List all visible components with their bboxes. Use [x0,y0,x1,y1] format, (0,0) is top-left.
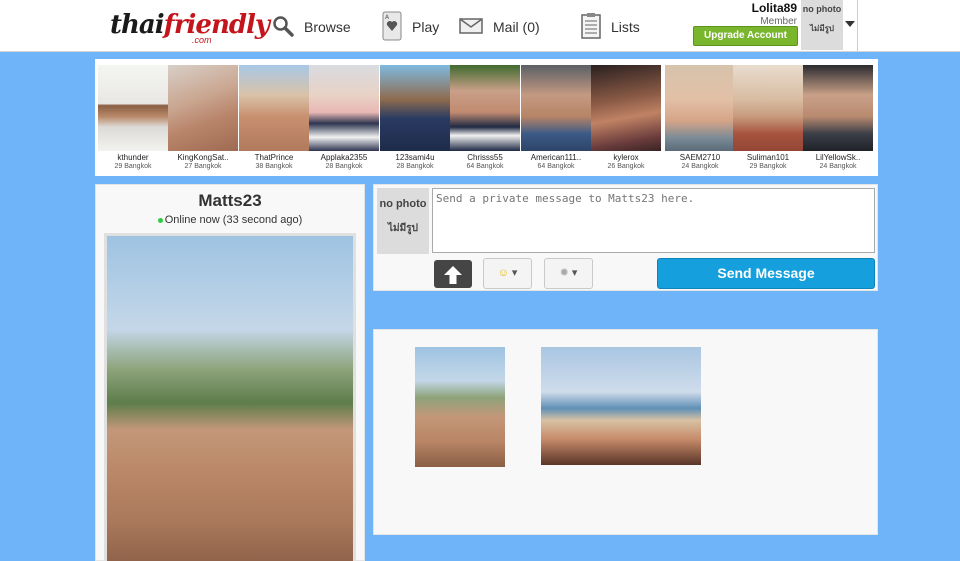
member-info: 27 Bangkok [184,163,222,170]
member-info: 64 Bangkok [466,163,504,170]
member-card[interactable]: kthunder 29 Bangkok [98,65,168,170]
site-logo[interactable]: thaifriendly .com [110,8,270,48]
profile-panel: Matts23 Online now (33 second ago) [95,184,365,561]
gear-icon: ✹ [559,267,569,279]
header-divider [857,0,858,51]
online-dot-icon [157,217,163,223]
header-avatar-no-photo-text: no photo [802,4,842,14]
camera-upload-icon [444,263,462,284]
logo-friendly-text: friendly [163,10,270,40]
sender-avatar-thai-text: ไม่มีรูป [388,223,418,234]
member-info: 24 Bangkok [681,163,719,170]
member-info: 29 Bangkok [114,163,152,170]
profile-main-photo[interactable] [104,233,356,561]
member-card[interactable]: Chrisss55 64 Bangkok [450,65,520,170]
nav-lists-label: Lists [611,19,640,35]
member-name[interactable]: KingKongSat.. [168,153,238,162]
member-photo[interactable] [309,65,379,151]
member-info: 38 Bangkok [255,163,293,170]
member-photo[interactable] [239,65,309,151]
gallery-photo[interactable] [541,347,701,465]
member-name[interactable]: SAEM2710 [665,153,735,162]
member-photo[interactable] [98,65,168,151]
envelope-icon [459,17,483,37]
member-card[interactable]: American111.. 64 Bangkok [521,65,591,170]
nav-play[interactable]: A Play [382,10,439,44]
card-icon: A [382,11,402,44]
member-name[interactable]: Chrisss55 [450,153,520,162]
user-info: Lolita89 Member [752,1,797,27]
online-status: Online now (33 second ago) [96,214,364,226]
member-info: 24 Bangkok [819,163,857,170]
message-input[interactable] [432,188,875,253]
photo-gallery-panel [373,329,878,535]
list-icon [581,12,601,42]
member-photo[interactable] [380,65,450,151]
member-photo[interactable] [450,65,520,151]
member-photo[interactable] [665,65,735,151]
member-card[interactable]: LilYellowSk.. 24 Bangkok [803,65,873,170]
member-name[interactable]: Suliman101 [733,153,803,162]
member-photo[interactable] [803,65,873,151]
online-status-text: Online now (33 second ago) [164,214,303,226]
sender-avatar: no photo ไม่มีรูป [377,188,429,254]
upgrade-account-button[interactable]: Upgrade Account [693,26,798,46]
logo-com-text: .com [192,35,212,45]
member-card[interactable]: Applaka2355 28 Bangkok [309,65,379,170]
upload-photo-button[interactable] [434,260,472,288]
header-avatar-thai-text: ไม่มีรูป [810,24,834,33]
gallery-photo[interactable] [415,347,505,467]
chevron-down-icon[interactable] [845,21,855,27]
header-avatar[interactable]: no photo ไม่มีรูป [801,0,843,50]
member-info: 26 Bangkok [607,163,645,170]
username[interactable]: Lolita89 [752,1,797,15]
nav-mail-label: Mail (0) [493,19,540,35]
nav-browse[interactable]: Browse [272,10,351,44]
nav-mail[interactable]: Mail (0) [459,10,540,44]
member-name[interactable]: American111.. [521,153,591,162]
member-card[interactable]: ThatPrince 38 Bangkok [239,65,309,170]
send-message-button[interactable]: Send Message [657,258,875,289]
member-card[interactable]: 123sami4u 28 Bangkok [380,65,450,170]
member-info: 28 Bangkok [325,163,363,170]
sender-avatar-no-photo-text: no photo [379,198,427,210]
message-panel: no photo ไม่มีรูป ☺ ▾ ✹ ▾ Send Message [373,184,878,291]
member-name[interactable]: LilYellowSk.. [803,153,873,162]
member-card[interactable]: kylerox 26 Bangkok [591,65,661,170]
member-name[interactable]: kthunder [98,153,168,162]
member-card[interactable]: KingKongSat.. 27 Bangkok [168,65,238,170]
featured-members-strip: kthunder 29 Bangkok KingKongSat.. 27 Ban… [95,59,878,176]
member-info: 64 Bangkok [537,163,575,170]
member-photo[interactable] [733,65,803,151]
member-photo[interactable] [168,65,238,151]
nav-lists[interactable]: Lists [581,10,640,44]
member-info: 28 Bangkok [396,163,434,170]
nav-browse-label: Browse [304,19,351,35]
nav-play-label: Play [412,19,440,35]
member-info: 29 Bangkok [749,163,787,170]
member-card[interactable]: SAEM2710 24 Bangkok [665,65,735,170]
search-icon [272,15,294,40]
member-photo[interactable] [591,65,661,151]
top-header: thaifriendly .com Browse A Play Mail (0)… [0,0,960,52]
options-button[interactable]: ✹ ▾ [544,258,593,289]
smiley-icon: ☺ [497,267,509,279]
member-photo[interactable] [521,65,591,151]
member-name[interactable]: ThatPrince [239,153,309,162]
profile-name: Matts23 [198,191,262,210]
logo-thai-text: thai [110,10,165,40]
member-card[interactable]: Suliman101 29 Bangkok [733,65,803,170]
emoji-button[interactable]: ☺ ▾ [483,258,532,289]
member-name[interactable]: kylerox [591,153,661,162]
member-name[interactable]: 123sami4u [380,153,450,162]
member-name[interactable]: Applaka2355 [309,153,379,162]
